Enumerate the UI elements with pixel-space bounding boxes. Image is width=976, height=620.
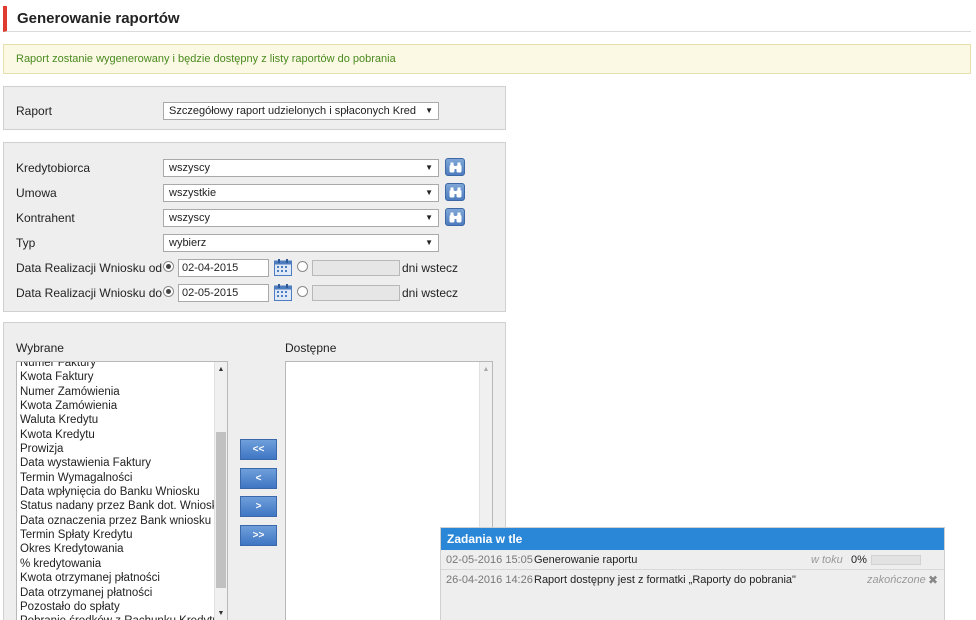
page-header: Generowanie raportów: [3, 6, 971, 32]
scrollbar-thumb[interactable]: [216, 432, 226, 588]
selected-list-scrollbar[interactable]: ▲ ▼: [214, 362, 227, 620]
kredytobiorca-label: Kredytobiorca: [16, 161, 91, 175]
kredytobiorca-find-button[interactable]: [445, 158, 465, 176]
info-message: Raport zostanie wygenerowany i będzie do…: [3, 44, 971, 74]
list-item[interactable]: Numer Zamówienia: [20, 385, 213, 399]
kontrahent-find-button[interactable]: [445, 208, 465, 226]
umowa-label: Umowa: [16, 186, 57, 200]
task-row: 26-04-2016 14:26 Raport dostępny jest z …: [441, 570, 944, 590]
date-from-absolute-radio[interactable]: [163, 261, 174, 272]
task-date: 26-04-2016 14:26: [446, 574, 533, 586]
selected-columns-label: Wybrane: [16, 341, 64, 355]
report-panel: Raport Szczegółowy raport udzielonych i …: [3, 86, 506, 130]
list-item[interactable]: Kwota Faktury: [20, 370, 213, 384]
task-description: Raport dostępny jest z formatki „Raporty…: [534, 574, 796, 586]
date-to-relative-radio[interactable]: [297, 286, 308, 297]
binoculars-icon: [449, 212, 462, 223]
scroll-up-icon[interactable]: ▲: [480, 364, 492, 376]
kredytobiorca-value: wszyscy: [169, 162, 210, 174]
task-percent: 0%: [851, 554, 867, 566]
list-item[interactable]: Termin Spłaty Kredytu: [20, 528, 213, 542]
umowa-value: wszystkie: [169, 187, 217, 199]
dropdown-arrow-icon: ▼: [425, 238, 433, 247]
scroll-up-icon[interactable]: ▲: [215, 364, 227, 376]
task-row: 02-05-2016 15:05 Generowanie raportu w t…: [441, 550, 944, 570]
date-to-days-input[interactable]: [312, 285, 400, 301]
typ-select[interactable]: wybierz ▼: [163, 234, 439, 252]
tasks-title: Zadania w tle: [441, 528, 944, 550]
list-item[interactable]: % kredytowania: [20, 557, 213, 571]
date-to-input[interactable]: 02-05-2015: [178, 284, 269, 302]
available-columns-label: Dostępne: [285, 341, 337, 355]
list-item[interactable]: Data wpłynięcia do Banku Wniosku: [20, 485, 213, 499]
selected-columns-items: Numer Faktury Kwota Faktury Numer Zamówien…: [20, 362, 224, 620]
list-item[interactable]: Pozostało do spłaty: [20, 600, 213, 614]
page-title: Generowanie raportów: [17, 10, 180, 27]
date-from-relative-radio[interactable]: [297, 261, 308, 272]
list-item[interactable]: Pobranie środków z Rachunku Kredytu: [20, 614, 219, 620]
date-from-days-input[interactable]: [312, 260, 400, 276]
kredytobiorca-select[interactable]: wszyscy ▼: [163, 159, 439, 177]
date-from-input[interactable]: 02-04-2015: [178, 259, 269, 277]
date-to-absolute-radio[interactable]: [163, 286, 174, 297]
list-item[interactable]: Kwota Zamówienia: [20, 399, 213, 413]
date-from-label: Data Realizacji Wniosku od: [16, 261, 163, 275]
task-progress-bar: [871, 555, 921, 565]
report-label: Raport: [16, 104, 53, 118]
dropdown-arrow-icon: ▼: [425, 163, 433, 172]
dropdown-arrow-icon: ▼: [425, 106, 433, 115]
filters-panel: Kredytobiorca wszyscy ▼ Umowa wszystkie …: [3, 142, 506, 312]
task-description: Generowanie raportu: [534, 554, 638, 566]
list-item[interactable]: Status nadany przez Bank dot. Wniosku: [20, 499, 224, 513]
report-select[interactable]: Szczegółowy raport udzielonych i spłacon…: [163, 102, 439, 120]
list-item[interactable]: Kwota otrzymanej płatności: [20, 571, 213, 585]
list-item[interactable]: Data oznaczenia przez Bank wniosku: [20, 514, 213, 528]
calendar-icon[interactable]: [274, 259, 292, 276]
remove-all-button[interactable]: >>: [240, 525, 277, 546]
list-item[interactable]: Kwota Kredytu: [20, 428, 213, 442]
date-to-suffix: dni wstecz: [402, 286, 459, 300]
add-button[interactable]: <: [240, 468, 277, 489]
typ-label: Typ: [16, 236, 36, 250]
umowa-select[interactable]: wszystkie ▼: [163, 184, 439, 202]
background-tasks-panel: Zadania w tle 02-05-2016 15:05 Generowan…: [440, 527, 945, 620]
report-select-value: Szczegółowy raport udzielonych i spłacon…: [169, 105, 417, 117]
list-item[interactable]: Prowizja: [20, 442, 213, 456]
scroll-down-icon[interactable]: ▼: [215, 608, 227, 620]
list-item[interactable]: Data otrzymanej płatności: [20, 586, 213, 600]
typ-value: wybierz: [169, 237, 207, 249]
date-from-suffix: dni wstecz: [402, 261, 459, 275]
list-item[interactable]: Termin Wymagalności: [20, 471, 213, 485]
list-item[interactable]: Okres Kredytowania: [20, 542, 213, 556]
list-item[interactable]: Waluta Kredytu: [20, 413, 213, 427]
kontrahent-label: Kontrahent: [16, 211, 75, 225]
task-date: 02-05-2016 15:05: [446, 554, 533, 566]
calendar-icon[interactable]: [274, 284, 292, 301]
binoculars-icon: [449, 162, 462, 173]
columns-panel: Wybrane Dostępne Numer Faktury Kwota Fakt…: [3, 322, 506, 620]
dropdown-arrow-icon: ▼: [425, 213, 433, 222]
selected-columns-list[interactable]: Numer Faktury Kwota Faktury Numer Zamówien…: [16, 361, 228, 620]
dropdown-arrow-icon: ▼: [425, 188, 433, 197]
list-item[interactable]: Numer Faktury: [20, 362, 213, 370]
task-status: w toku: [811, 554, 843, 566]
close-icon[interactable]: ✖: [928, 570, 938, 590]
kontrahent-select[interactable]: wszyscy ▼: [163, 209, 439, 227]
add-all-button[interactable]: <<: [240, 439, 277, 460]
binoculars-icon: [449, 187, 462, 198]
task-status: zakończone: [867, 574, 926, 586]
list-item[interactable]: Data wystawienia Faktury: [20, 456, 213, 470]
date-to-label: Data Realizacji Wniosku do: [16, 286, 163, 300]
remove-button[interactable]: >: [240, 496, 277, 517]
kontrahent-value: wszyscy: [169, 212, 210, 224]
umowa-find-button[interactable]: [445, 183, 465, 201]
